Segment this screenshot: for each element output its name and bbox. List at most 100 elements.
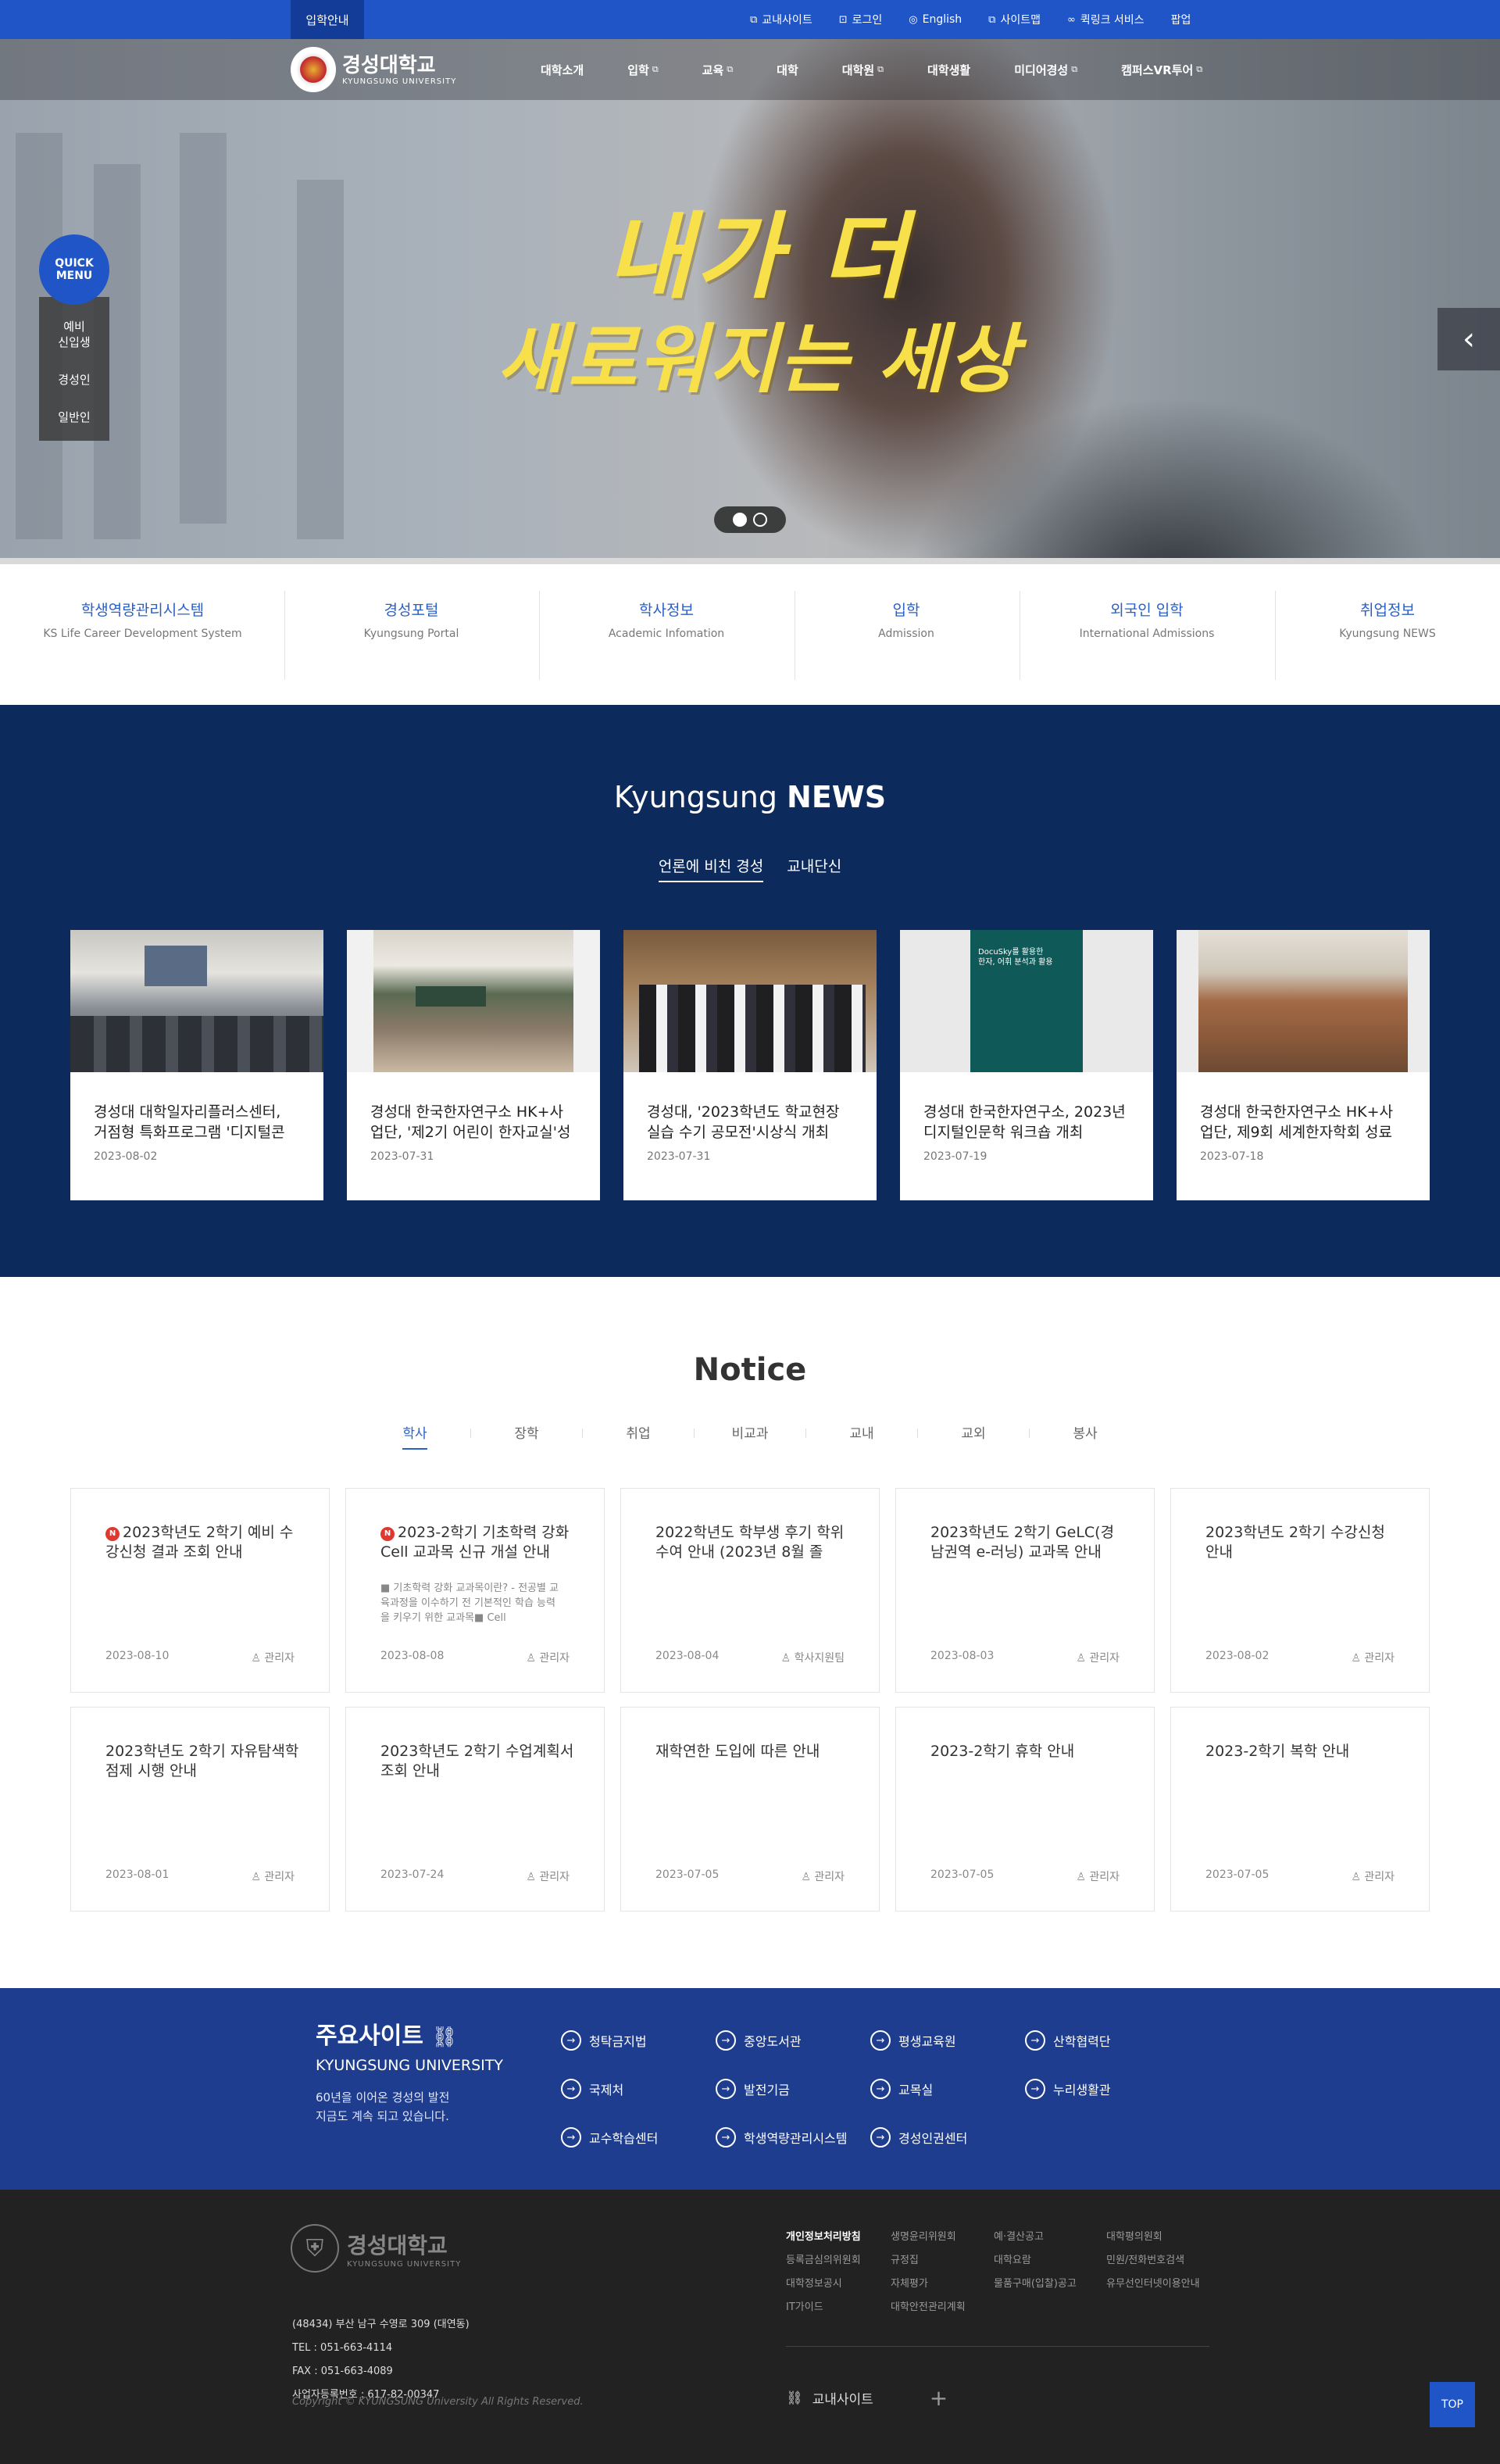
quick-menu-public[interactable]: 일반인	[39, 399, 109, 436]
nav-media[interactable]: 미디어경성 ⧉	[1014, 62, 1077, 78]
nav-education[interactable]: 교육 ⧉	[702, 62, 733, 78]
quicklink-service-link[interactable]: ∞ 퀵링크 서비스	[1067, 12, 1145, 27]
major-sites-subtitle: KYUNGSUNG UNIVERSITY	[316, 2057, 503, 2074]
notice-item[interactable]: N 2023학년도 2학기 예비 수강신청 결과 조회 안내 2023-08-10…	[70, 1488, 330, 1693]
notice-item[interactable]: 재학연한 도입에 따른 안내 2023-07-05 ♙ 관리자	[620, 1707, 880, 1911]
major-link-teaching-center[interactable]: → 교수학습센터	[561, 2127, 658, 2148]
footer-link[interactable]: IT가이드	[786, 2296, 895, 2319]
campus-sites-link[interactable]: ⧉ 교내사이트	[750, 12, 812, 27]
tab-volunteer[interactable]: 봉사	[1030, 1422, 1141, 1454]
news-card[interactable]: 경성대 한국한자연구소 HK+사 업단, 제9회 세계한자학회 성료 2023-0…	[1177, 930, 1430, 1200]
footer-link[interactable]: 생명윤리위원회	[891, 2226, 1000, 2249]
admission-info-tab[interactable]: 입학안내	[291, 0, 364, 39]
background-building	[297, 180, 344, 539]
nav-graduate-school[interactable]: 대학원 ⧉	[842, 62, 884, 78]
notice-section: Notice 학사 장학 취업 비교과 교내 교외 봉사 N 2023학년도 2학…	[0, 1277, 1500, 1988]
major-link-industry-cooperation[interactable]: → 산학협력단	[1025, 2030, 1111, 2051]
tab-off-campus[interactable]: 교외	[918, 1422, 1030, 1454]
footer-link[interactable]: 대학평의원회	[1106, 2226, 1216, 2249]
nav-colleges[interactable]: 대학	[777, 62, 798, 78]
news-photo	[347, 930, 600, 1072]
quick-menu-members[interactable]: 경성인	[39, 361, 109, 399]
main-navigation-bar: 경성대학교 KYUNGSUNG UNIVERSITY 대학소개 입학 ⧉ 교육 ⧉ …	[0, 39, 1500, 100]
family-site-selector[interactable]: ⛓ 교내사이트 +	[786, 2385, 948, 2411]
notice-item[interactable]: 2022학년도 학부생 후기 학위수여 안내 (2023년 8월 졸 2023-…	[620, 1488, 880, 1693]
tab-academic[interactable]: 학사	[359, 1422, 471, 1454]
system-international[interactable]: 외국인 입학 International Admissions	[1020, 591, 1274, 680]
hero-headline-line2: 새로워지는 세상	[497, 316, 1019, 403]
user-icon: ♙	[1351, 1871, 1365, 1883]
footer-link[interactable]: 자체평가	[891, 2273, 1000, 2296]
english-link[interactable]: ◎ English	[909, 13, 962, 26]
news-card[interactable]: 경성대, '2023학년도 학교현장 실습 수기 공모전'시상식 개최 2023-…	[623, 930, 877, 1200]
notice-item[interactable]: 2023학년도 2학기 수업계획서 조회 안내 2023-07-24 ♙ 관리자	[345, 1707, 605, 1911]
quick-menu-button[interactable]: QUICK MENU	[39, 234, 109, 305]
footer-link[interactable]: 대학안전관리계획	[891, 2296, 1000, 2319]
quick-menu-prospective[interactable]: 예비 신입생	[39, 308, 109, 361]
event-poster: DocuSky를 활용한 한자, 어휘 분석과 활용	[970, 930, 1083, 1072]
major-link-international[interactable]: → 국제처	[561, 2079, 623, 2099]
plus-icon: +	[929, 2385, 948, 2411]
notice-item[interactable]: N 2023-2학기 기초학력 강화 Cell 교과목 신규 개설 안내 ■ 기초…	[345, 1488, 605, 1693]
tab-extracurricular[interactable]: 비교과	[695, 1422, 806, 1454]
footer-link[interactable]: 등록금심의위원회	[786, 2249, 895, 2273]
system-employment[interactable]: 취업정보 Kyungsung NEWS	[1275, 591, 1500, 680]
major-link-library[interactable]: → 중앙도서관	[716, 2030, 802, 2051]
system-career[interactable]: 학생역량관리시스템 KS Life Career Development Syst…	[16, 591, 270, 680]
footer-link[interactable]: 예·결산공고	[994, 2226, 1103, 2249]
footer-link[interactable]: 개인정보처리방침	[786, 2226, 895, 2249]
footer-link[interactable]: 대학요람	[994, 2249, 1103, 2273]
nav-admission[interactable]: 입학 ⧉	[627, 62, 658, 78]
notice-item[interactable]: 2023학년도 2학기 GeLC(경남권역 e-러닝) 교과목 안내 2023-…	[895, 1488, 1155, 1693]
major-link-chaplain[interactable]: → 교목실	[870, 2079, 933, 2099]
notice-preview: ■ 기초학력 강화 교과목이란? - 전공별 교육과정을 이수하기 전 기본적인…	[380, 1582, 559, 1624]
major-link-anti-graft[interactable]: → 청탁금지법	[561, 2030, 647, 2051]
sitemap-link[interactable]: ⧉ 사이트맵	[988, 12, 1041, 27]
major-link-career-system[interactable]: → 학생역량관리시스템	[716, 2127, 847, 2148]
tab-press[interactable]: 언론에 비친 경성	[658, 855, 764, 882]
major-link-human-rights[interactable]: → 경성인권센터	[870, 2127, 967, 2148]
notice-item[interactable]: 2023-2학기 휴학 안내 2023-07-05 ♙ 관리자	[895, 1707, 1155, 1911]
news-photo: DocuSky를 활용한 한자, 어휘 분석과 활용	[900, 930, 1153, 1072]
login-link[interactable]: ⊡ 로그인	[839, 12, 883, 27]
arrow-right-icon: →	[870, 2079, 891, 2099]
footer-link[interactable]: 규정집	[891, 2249, 1000, 2273]
tab-employment[interactable]: 취업	[583, 1422, 695, 1454]
major-link-dormitory[interactable]: → 누리생활관	[1025, 2079, 1111, 2099]
university-logo[interactable]: 경성대학교 KYUNGSUNG UNIVERSITY	[291, 47, 456, 92]
user-icon: ♙	[526, 1652, 540, 1665]
footer-link[interactable]: 유무선인터넷이용안내	[1106, 2273, 1216, 2296]
system-admission[interactable]: 입학 Admission	[795, 591, 1018, 680]
user-icon: ♙	[251, 1652, 265, 1665]
nav-campus-life[interactable]: 대학생활	[927, 62, 970, 78]
major-link-development-fund[interactable]: → 발전기금	[716, 2079, 790, 2099]
news-card[interactable]: DocuSky를 활용한 한자, 어휘 분석과 활용 경성대 한국한자연구소, …	[900, 930, 1153, 1200]
global-nav: 대학소개 입학 ⧉ 교육 ⧉ 대학 대학원 ⧉ 대학생활 미디어경성 ⧉ 캠퍼스VR투어…	[541, 39, 1246, 100]
slider-dot-active[interactable]	[733, 513, 747, 527]
notice-item[interactable]: 2023-2학기 복학 안내 2023-07-05 ♙ 관리자	[1170, 1707, 1430, 1911]
popup-link[interactable]: 팝업	[1171, 12, 1191, 27]
system-academic[interactable]: 학사정보 Academic Infomation	[539, 591, 794, 680]
footer-link[interactable]: 민원/전화번호검색	[1106, 2249, 1216, 2273]
notice-item[interactable]: 2023학년도 2학기 자유탐색학점제 시행 안내 2023-08-01 ♙ 관…	[70, 1707, 330, 1911]
major-link-lifelong-education[interactable]: → 평생교육원	[870, 2030, 956, 2051]
major-sites-title: 주요사이트 ⛓	[316, 2022, 458, 2050]
hero-banner: 경성대학교 KYUNGSUNG UNIVERSITY 대학소개 입학 ⧉ 교육 ⧉ …	[0, 39, 1500, 564]
footer-link[interactable]: 물품구매(입찰)공고	[994, 2273, 1103, 2296]
nav-about[interactable]: 대학소개	[541, 62, 584, 78]
footer-link[interactable]: 대학정보공시	[786, 2273, 895, 2296]
user-icon: ♙	[1076, 1871, 1090, 1883]
tab-campus-brief[interactable]: 교내단신	[787, 855, 841, 882]
hero-headline: 내가 더 새로워지는 세상	[484, 203, 1031, 406]
user-icon: ♙	[801, 1871, 815, 1883]
news-card[interactable]: 경성대 대학일자리플러스센터, 거점형 특화프로그램 '디지털콘 2023-08-…	[70, 930, 323, 1200]
nav-vr-tour[interactable]: 캠퍼스VR투어 ⧉	[1121, 62, 1202, 78]
tab-scholarship[interactable]: 장학	[471, 1422, 583, 1454]
slider-dot[interactable]	[753, 513, 767, 527]
system-portal[interactable]: 경성포털 Kyungsung Portal	[284, 591, 538, 680]
slider-prev-button[interactable]: ‹	[1438, 308, 1500, 370]
tab-on-campus[interactable]: 교내	[806, 1422, 918, 1454]
notice-item[interactable]: 2023학년도 2학기 수강신청 안내 2023-08-02 ♙ 관리자	[1170, 1488, 1430, 1693]
news-card[interactable]: 경성대 한국한자연구소 HK+사 업단, '제2기 어린이 한자교실'성 2023…	[347, 930, 600, 1200]
scroll-top-button[interactable]: TOP	[1430, 2382, 1475, 2427]
